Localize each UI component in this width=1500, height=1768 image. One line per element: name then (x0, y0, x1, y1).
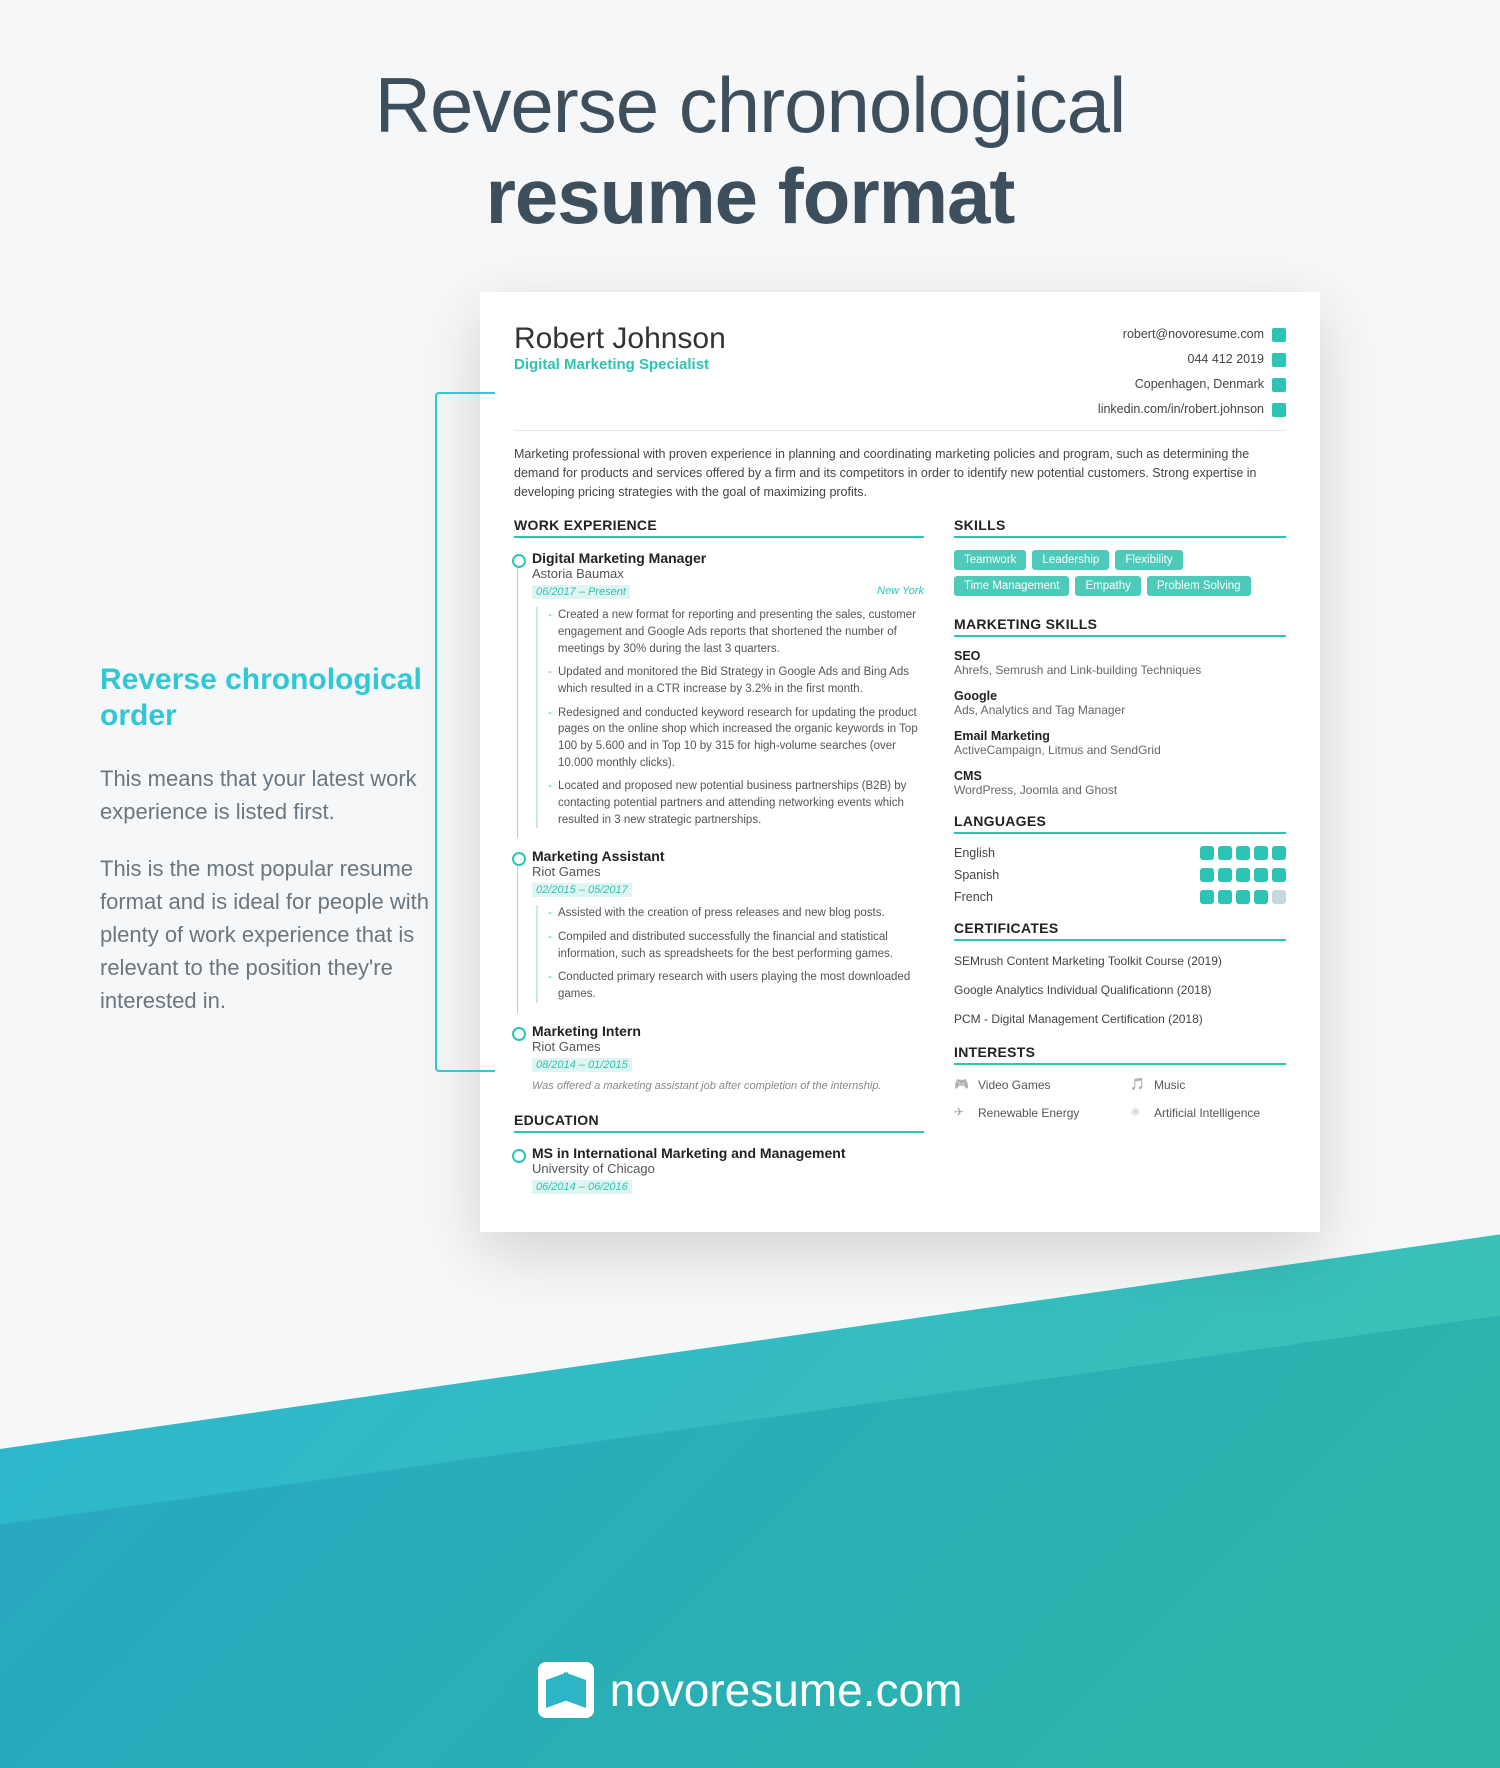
skill-item: CMSWordPress, Joomla and Ghost (954, 769, 1286, 797)
mail-icon (1272, 328, 1286, 342)
skill-tag: Leadership (1032, 550, 1109, 570)
skill-tag: Teamwork (954, 550, 1026, 570)
language-item: Spanish (954, 868, 1286, 882)
section-marketing-skills: MARKETING SKILLS (954, 616, 1286, 637)
section-education: EDUCATION (514, 1112, 924, 1133)
skill-tag: Flexibility (1115, 550, 1182, 570)
section-work: WORK EXPERIENCE (514, 517, 924, 538)
location-icon (1272, 378, 1286, 392)
phone-icon (1272, 353, 1286, 367)
linkedin-icon (1272, 403, 1286, 417)
language-item: English (954, 846, 1286, 860)
skill-tags: Teamwork Leadership Flexibility Time Manage… (954, 550, 1286, 596)
logo-icon (538, 1662, 594, 1718)
section-certificates: CERTIFICATES (954, 920, 1286, 941)
resume-name: Robert Johnson (514, 322, 726, 356)
interest-item: ✈Renewable Energy (954, 1105, 1110, 1121)
sidebar-callout: Reverse chronological order This means t… (100, 292, 440, 1232)
skill-tag: Empathy (1075, 576, 1140, 596)
interest-item: 🎮Video Games (954, 1077, 1110, 1093)
certificate-item: PCM - Digital Management Certification (… (954, 1011, 1286, 1028)
interest-item: ⚛Artificial Intelligence (1130, 1105, 1286, 1121)
section-interests: INTERESTS (954, 1044, 1286, 1065)
skill-tag: Problem Solving (1147, 576, 1251, 596)
resume-summary: Marketing professional with proven exper… (514, 445, 1286, 501)
language-item: French (954, 890, 1286, 904)
skill-item: SEOAhrefs, Semrush and Link-building Tec… (954, 649, 1286, 677)
job-item: Digital Marketing ManagerAstoria Baumax0… (514, 550, 924, 828)
skill-tag: Time Management (954, 576, 1069, 596)
resume-document: Robert Johnson Digital Marketing Special… (480, 292, 1320, 1232)
callout-title: Reverse chronological order (100, 662, 440, 734)
resume-role: Digital Marketing Specialist (514, 356, 726, 373)
page-title: Reverse chronologicalresume format (0, 0, 1500, 262)
skill-item: GoogleAds, Analytics and Tag Manager (954, 689, 1286, 717)
certificate-item: SEMrush Content Marketing Toolkit Course… (954, 953, 1286, 970)
callout-text: This means that your latest work experie… (100, 762, 440, 828)
contact-block: robert@novoresume.com 044 412 2019 Copen… (1098, 322, 1286, 422)
interest-item: 🎵Music (1130, 1077, 1286, 1093)
interests-grid: 🎮Video Games 🎵Music ✈Renewable Energy ⚛Arti… (954, 1077, 1286, 1121)
education-item: MS in International Marketing and Manage… (514, 1145, 924, 1194)
certificate-item: Google Analytics Individual Qualificatio… (954, 982, 1286, 999)
section-languages: LANGUAGES (954, 813, 1286, 834)
section-skills: SKILLS (954, 517, 1286, 538)
footer-brand: novoresume.com (0, 1662, 1500, 1718)
skill-item: Email MarketingActiveCampaign, Litmus an… (954, 729, 1286, 757)
callout-text: This is the most popular resume format a… (100, 852, 440, 1017)
job-item: Marketing InternRiot Games08/2014 – 01/2… (514, 1023, 924, 1092)
connector-line (435, 392, 495, 1072)
job-item: Marketing AssistantRiot Games02/2015 – 0… (514, 848, 924, 1002)
